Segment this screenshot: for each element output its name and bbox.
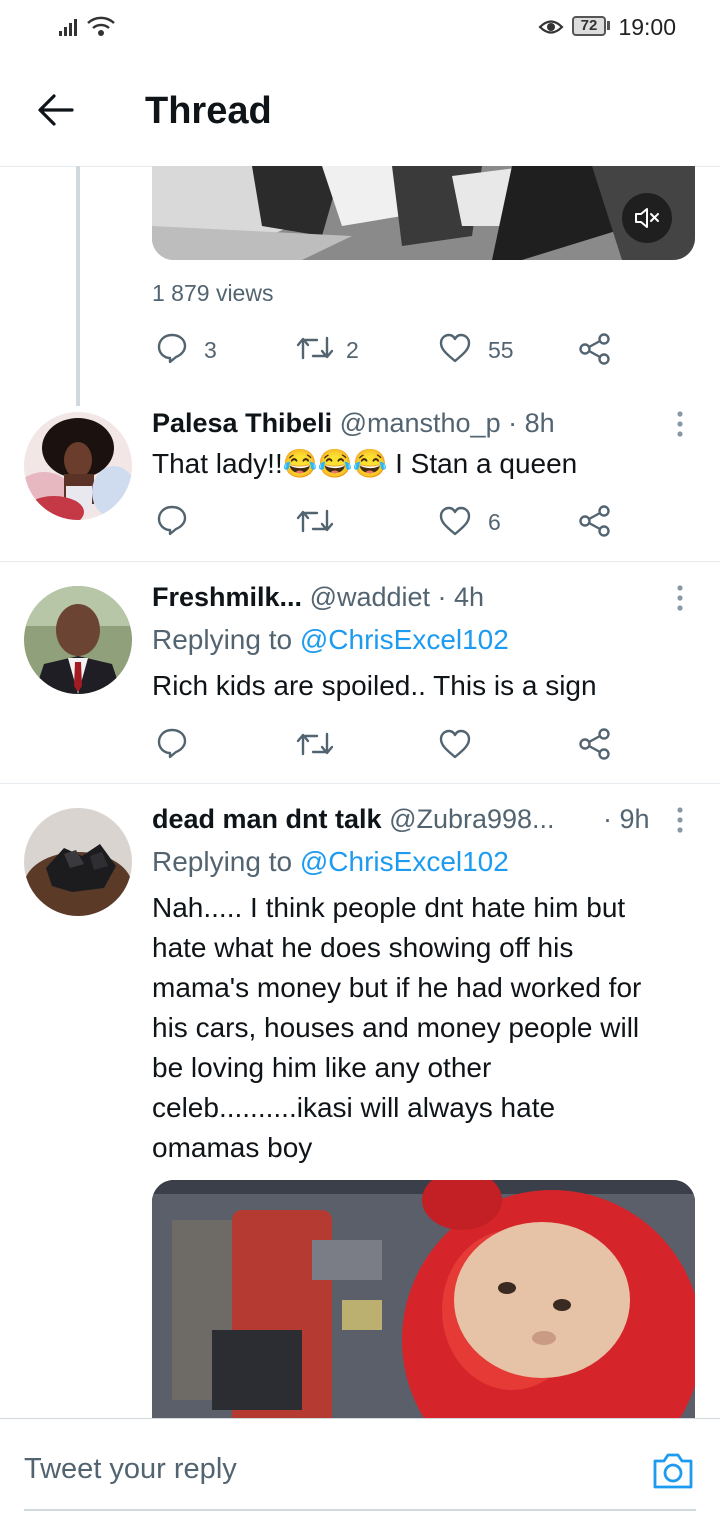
tweet-text: Rich kids are spoiled.. This is a sign	[152, 670, 597, 701]
author-handle: @manstho_p · 8h	[339, 408, 555, 438]
like-count: 6	[488, 509, 501, 535]
share-icon[interactable]	[578, 332, 612, 366]
author-name: Freshmilk...	[152, 582, 303, 612]
tweet-time: · 9h	[603, 804, 650, 834]
header: Thread	[0, 56, 720, 167]
replying-to-label: Replying to	[152, 624, 293, 655]
mute-icon	[633, 205, 661, 231]
divider	[0, 783, 720, 784]
more-icon[interactable]	[675, 584, 685, 612]
retweet-count: 2	[346, 337, 359, 363]
text-line: hate what he does showing off his	[152, 932, 574, 963]
tweet-image[interactable]	[152, 1180, 695, 1440]
status-bar: 72 19:00	[0, 0, 720, 56]
more-icon[interactable]	[675, 806, 685, 834]
tweet-author[interactable]: Palesa Thibeli @manstho_p · 8h	[152, 408, 555, 439]
tweet-text: That lady!!😂😂😂 I Stan a queen	[152, 448, 578, 479]
retweet-icon[interactable]	[295, 333, 335, 363]
avatar[interactable]	[24, 808, 132, 916]
view-count: 1 879 views	[152, 280, 274, 306]
like-count: 55	[488, 337, 514, 363]
divider	[0, 561, 720, 562]
text-line: be loving him like any other	[152, 1052, 492, 1083]
replying-to-label: Replying to	[152, 846, 293, 877]
avatar[interactable]	[24, 412, 132, 520]
author-name: dead man dnt talk	[152, 804, 382, 834]
thread-connector	[76, 166, 80, 406]
author-name: Palesa Thibeli	[152, 408, 333, 438]
like-icon[interactable]	[438, 729, 472, 759]
text-line: Nah..... I think people dnt hate him but	[152, 892, 626, 923]
reply-input[interactable]: Tweet your reply	[24, 1453, 237, 1486]
like-icon[interactable]	[438, 506, 472, 536]
retweet-icon[interactable]	[295, 729, 335, 759]
tweet-video[interactable]	[152, 166, 695, 260]
battery-tip	[607, 21, 610, 30]
eye-comfort-icon	[538, 18, 564, 36]
text-line: his cars, houses and money people will	[152, 1012, 640, 1043]
text-line: omamas boy	[152, 1132, 313, 1163]
wifi-icon	[86, 14, 116, 38]
avatar[interactable]	[24, 586, 132, 694]
author-handle: @waddiet · 4h	[309, 582, 485, 612]
tweet-author[interactable]: dead man dnt talk @Zubra998...	[152, 804, 555, 835]
replying-to: Replying to @ChrisExcel102	[152, 846, 509, 878]
tweet-author[interactable]: Freshmilk... @waddiet · 4h	[152, 582, 484, 613]
retweet-icon[interactable]	[295, 506, 335, 536]
share-icon[interactable]	[578, 504, 612, 538]
page-title: Thread	[145, 90, 272, 132]
more-icon[interactable]	[675, 410, 685, 438]
input-underline	[24, 1509, 696, 1511]
text-line: celeb..........ikasi will always hate	[152, 1092, 556, 1123]
status-time: 19:00	[618, 14, 676, 40]
mention-link[interactable]: @ChrisExcel102	[300, 624, 509, 655]
camera-icon[interactable]	[651, 1451, 695, 1491]
reply-icon[interactable]	[156, 727, 188, 759]
signal-icon	[58, 15, 82, 37]
replying-to: Replying to @ChrisExcel102	[152, 624, 509, 656]
reply-icon[interactable]	[156, 332, 188, 364]
reply-icon[interactable]	[156, 504, 188, 536]
like-icon[interactable]	[438, 333, 472, 363]
battery-icon: 72	[572, 16, 606, 36]
mention-link[interactable]: @ChrisExcel102	[300, 846, 509, 877]
share-icon[interactable]	[578, 727, 612, 761]
text-line: mama's money but if he had worked for	[152, 972, 642, 1003]
mute-button[interactable]	[622, 193, 672, 243]
reply-composer: Tweet your reply	[0, 1418, 720, 1521]
reply-count: 3	[204, 337, 217, 363]
tweet-text: Nah..... I think people dnt hate him but…	[152, 888, 702, 1168]
back-arrow-icon[interactable]	[36, 92, 76, 128]
author-handle: @Zubra998...	[389, 804, 555, 834]
